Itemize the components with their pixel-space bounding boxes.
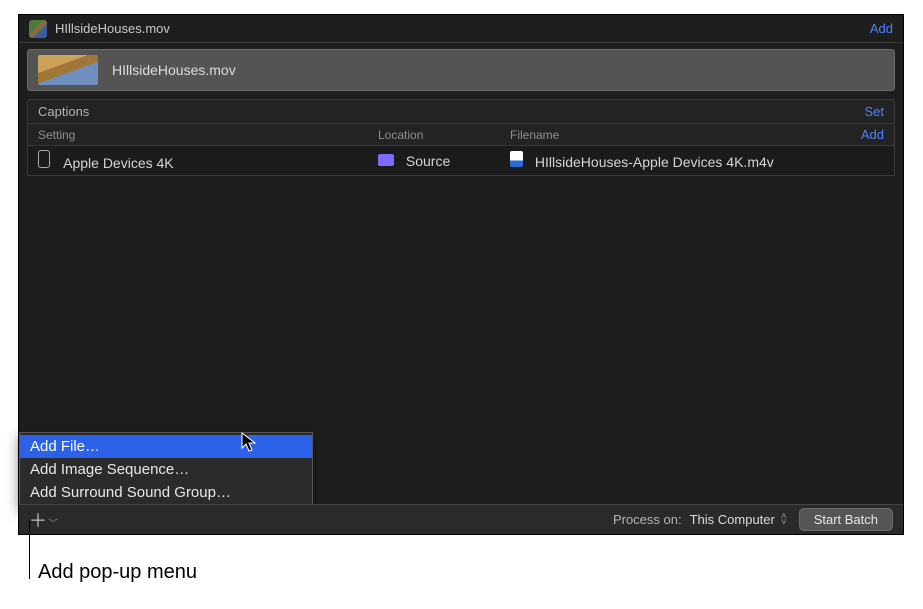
- annotation-label: Add pop-up menu: [38, 561, 197, 584]
- document-icon: [29, 20, 47, 38]
- chevron-down-icon: ﹀: [48, 519, 58, 530]
- process-on-dropdown[interactable]: This Computer ˄˅: [690, 512, 787, 527]
- file-icon: [510, 151, 523, 167]
- output-filename-text: HIllsideHouses-Apple Devices 4K.m4v: [535, 154, 774, 170]
- titlebar: HIllsideHouses.mov Add: [19, 15, 903, 43]
- updown-icon: ˄˅: [781, 514, 787, 526]
- setting-text: Apple Devices 4K: [63, 155, 174, 171]
- popup-item-add-image-sequence[interactable]: Add Image Sequence…: [20, 458, 312, 481]
- process-on-value: This Computer: [690, 512, 775, 527]
- add-button[interactable]: ＋﹀: [29, 507, 58, 533]
- source-file-name: HIllsideHouses.mov: [112, 62, 236, 78]
- add-setting-link[interactable]: Add: [861, 127, 884, 142]
- captions-row: Captions Set: [27, 99, 895, 124]
- col-header-setting: Setting: [38, 128, 378, 142]
- popup-item-add-file[interactable]: Add File…: [20, 435, 312, 458]
- captions-label: Captions: [38, 104, 864, 119]
- cell-filename: HIllsideHouses-Apple Devices 4K.m4v: [510, 151, 884, 170]
- annotation-leader-line: [29, 521, 30, 579]
- device-icon: [38, 150, 50, 168]
- start-batch-button[interactable]: Start Batch: [799, 508, 893, 531]
- add-link-top[interactable]: Add: [870, 21, 893, 36]
- process-on-label: Process on:: [613, 512, 682, 527]
- location-text: Source: [406, 153, 450, 169]
- column-header-row: Setting Location Filename Add: [27, 124, 895, 146]
- popup-item-add-surround-sound[interactable]: Add Surround Sound Group…: [20, 481, 312, 504]
- col-header-location: Location: [378, 128, 510, 142]
- video-thumbnail: [38, 55, 98, 85]
- output-row[interactable]: Apple Devices 4K Source HIllsideHouses-A…: [27, 146, 895, 176]
- cell-location: Source: [378, 153, 510, 169]
- window-title: HIllsideHouses.mov: [55, 21, 870, 36]
- cell-setting: Apple Devices 4K: [38, 150, 378, 171]
- add-popup-menu: Add File… Add Image Sequence… Add Surrou…: [19, 432, 313, 507]
- folder-icon: [378, 154, 394, 166]
- bottom-toolbar: ＋﹀ Process on: This Computer ˄˅ Start Ba…: [19, 504, 903, 534]
- captions-set-link[interactable]: Set: [864, 104, 884, 119]
- col-header-filename: Filename: [510, 128, 861, 142]
- source-file-row[interactable]: HIllsideHouses.mov: [27, 49, 895, 91]
- batch-window: HIllsideHouses.mov Add HIllsideHouses.mo…: [18, 14, 904, 535]
